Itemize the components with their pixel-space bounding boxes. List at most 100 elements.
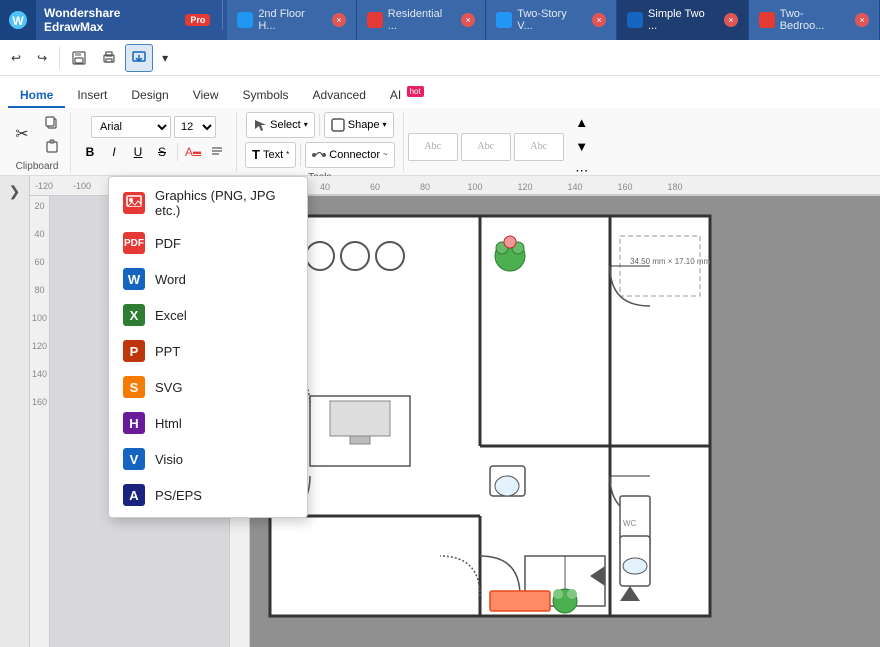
excel-icon: X: [123, 304, 145, 326]
tab-close[interactable]: ×: [592, 13, 606, 27]
tab-ai[interactable]: AI hot: [378, 83, 436, 108]
export-ppt-item[interactable]: P PPT: [109, 333, 307, 369]
tab-design[interactable]: Design: [119, 84, 180, 108]
shape-dropdown[interactable]: Shape ▾: [324, 112, 394, 138]
tab-simple-two[interactable]: Simple Two ... ×: [617, 0, 749, 40]
align-button[interactable]: [206, 141, 228, 163]
tab-symbols[interactable]: Symbols: [231, 84, 301, 108]
sidebar-toggle[interactable]: ❯: [4, 180, 26, 202]
redo-button[interactable]: ↪: [30, 44, 54, 72]
ribbon-tabs: Home Insert Design View Symbols Advanced…: [0, 76, 880, 108]
more-button[interactable]: ▾: [155, 44, 175, 72]
tab-residential[interactable]: Residential ... ×: [357, 0, 486, 40]
tick: 100: [32, 313, 47, 323]
ruler-tick: 60: [350, 182, 400, 192]
text-dropdown[interactable]: T Text *: [245, 142, 296, 168]
export-visio-item[interactable]: V Visio: [109, 441, 307, 477]
export-pseps-item[interactable]: A PS/EPS: [109, 477, 307, 513]
pseps-icon: A: [123, 484, 145, 506]
ruler-tick: 120: [500, 182, 550, 192]
font-section: Arial 12 B I U S A▬: [71, 112, 237, 172]
tab-close[interactable]: ×: [855, 13, 869, 27]
strikethrough-button[interactable]: S: [151, 141, 173, 163]
styles-section: Abc Abc Abc ▲ ▼ ⋯ Styles: [404, 112, 600, 172]
tick: 80: [34, 285, 44, 295]
tab-two-bedroom[interactable]: Two-Bedroo... ×: [749, 0, 880, 40]
tick: 160: [32, 397, 47, 407]
sidebar: ❯: [0, 176, 30, 647]
export-button[interactable]: [125, 44, 153, 72]
tick: 140: [32, 369, 47, 379]
svg-text:W: W: [12, 14, 24, 28]
cut-button[interactable]: ✂: [8, 112, 36, 156]
visio-label: Visio: [155, 452, 183, 467]
export-dropdown-menu: Graphics (PNG, JPG etc.) PDF PDF W Word …: [108, 176, 308, 518]
connector-dropdown[interactable]: Connector ~: [305, 142, 394, 168]
excel-label: Excel: [155, 308, 187, 323]
tick: -120: [35, 181, 53, 191]
pro-badge: Pro: [185, 14, 210, 26]
styles-up-button[interactable]: ▲: [568, 112, 596, 134]
word-icon: W: [123, 268, 145, 290]
tick: 60: [34, 257, 44, 267]
font-name-select[interactable]: Arial: [91, 116, 171, 138]
save-button[interactable]: [65, 44, 93, 72]
tab-insert[interactable]: Insert: [65, 84, 119, 108]
visio-icon: V: [123, 448, 145, 470]
font-size-select[interactable]: 12: [174, 116, 216, 138]
tab-label: Two-Bedroo...: [780, 8, 847, 32]
tick: 40: [34, 229, 44, 239]
title-bar: W Wondershare EdrawMax Pro 2nd Floor H..…: [0, 0, 880, 40]
menu-bar: ↩ ↪ ▾: [0, 40, 880, 76]
underline-button[interactable]: U: [127, 141, 149, 163]
tab-home[interactable]: Home: [8, 84, 65, 108]
tabs-bar: Wondershare EdrawMax Pro 2nd Floor H... …: [36, 0, 880, 40]
styles-down-button[interactable]: ▼: [568, 136, 596, 158]
ppt-label: PPT: [155, 344, 180, 359]
graphics-label: Graphics (PNG, JPG etc.): [155, 188, 293, 218]
export-svg-item[interactable]: S SVG: [109, 369, 307, 405]
tick: 120: [32, 341, 47, 351]
html-icon: H: [123, 412, 145, 434]
export-pdf-item[interactable]: PDF PDF: [109, 225, 307, 261]
select-label: Select: [270, 119, 301, 131]
export-excel-item[interactable]: X Excel: [109, 297, 307, 333]
tab-view[interactable]: View: [181, 84, 231, 108]
export-word-item[interactable]: W Word: [109, 261, 307, 297]
tab-2nd-floor[interactable]: 2nd Floor H... ×: [227, 0, 356, 40]
canvas-main[interactable]: 20 40 60 80 100 120 140 160: [230, 196, 880, 647]
undo-button[interactable]: ↩: [4, 44, 28, 72]
drawing-area[interactable]: 20 40 60 80 100 120 140 160 180 20 40 60…: [230, 176, 880, 647]
shape-area: Shape ▾: [324, 112, 394, 138]
floor-plan-svg[interactable]: 34.50 mm × 17.10 mm WC: [260, 206, 720, 636]
tab-close[interactable]: ×: [724, 13, 738, 27]
export-graphics-item[interactable]: Graphics (PNG, JPG etc.): [109, 181, 307, 225]
svg-icon: S: [123, 376, 145, 398]
copy-button[interactable]: [38, 112, 66, 134]
svg-text:34.50 mm × 17.10 mm: 34.50 mm × 17.10 mm: [630, 257, 711, 266]
pseps-label: PS/EPS: [155, 488, 202, 503]
style-abc-1[interactable]: Abc: [408, 133, 458, 161]
tools-section: Select ▾ Shape ▾ T Text *: [237, 112, 404, 172]
tab-close[interactable]: ×: [461, 13, 475, 27]
font-color-button[interactable]: A▬: [182, 141, 204, 163]
select-dropdown[interactable]: Select ▾: [246, 112, 315, 138]
ruler-tick: 80: [400, 182, 450, 192]
pdf-icon: PDF: [123, 232, 145, 254]
connector-label: Connector: [329, 149, 380, 161]
ruler-horizontal-main: 20 40 60 80 100 120 140 160 180: [230, 176, 880, 196]
tab-close[interactable]: ×: [332, 13, 346, 27]
style-abc-2[interactable]: Abc: [461, 133, 511, 161]
tab-label: 2nd Floor H...: [258, 8, 324, 32]
tab-advanced[interactable]: Advanced: [301, 84, 378, 108]
print-button[interactable]: [95, 44, 123, 72]
italic-button[interactable]: I: [103, 141, 125, 163]
bold-button[interactable]: B: [79, 141, 101, 163]
tab-two-story[interactable]: Two-Story V... ×: [486, 0, 617, 40]
tick: 20: [34, 201, 44, 211]
paste-button[interactable]: [38, 135, 66, 157]
export-html-item[interactable]: H Html: [109, 405, 307, 441]
style-abc-3[interactable]: Abc: [514, 133, 564, 161]
tab-label: Simple Two ...: [648, 8, 716, 32]
tab-label: Two-Story V...: [517, 8, 584, 32]
